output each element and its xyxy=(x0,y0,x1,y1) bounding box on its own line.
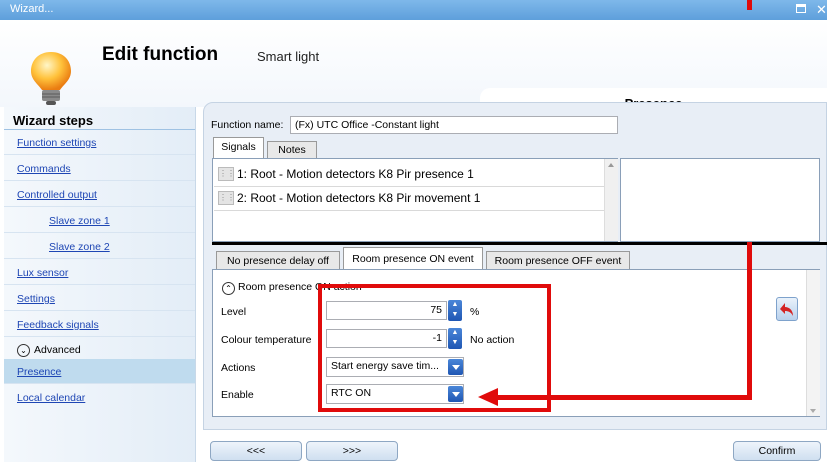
annotation-arrow-shaft xyxy=(747,242,752,400)
collapse-chevron-icon[interactable]: ⌃ xyxy=(222,282,235,295)
step-settings[interactable]: Settings xyxy=(17,293,55,305)
divider xyxy=(4,258,195,259)
step-local-calendar[interactable]: Local calendar xyxy=(17,392,85,404)
tab-room-presence-on-event[interactable]: Room presence ON event xyxy=(343,247,483,269)
annotation-arrow-shaft xyxy=(747,0,752,10)
function-type: Smart light xyxy=(257,49,320,64)
divider xyxy=(4,180,195,181)
collapse-chevron-icon[interactable]: ⌄ xyxy=(17,344,30,357)
step-feedback-signals[interactable]: Feedback signals xyxy=(17,319,99,331)
level-label: Level xyxy=(221,306,247,318)
scroll-up-arrow-icon[interactable] xyxy=(608,163,614,167)
wizard-steps-heading: Wizard steps xyxy=(13,113,94,128)
signal-text: 1: Root - Motion detectors K8 Pir presen… xyxy=(237,167,474,181)
step-slave-zone-2[interactable]: Slave zone 2 xyxy=(49,241,110,253)
actions-label: Actions xyxy=(221,362,256,374)
close-icon[interactable]: ✕ xyxy=(816,2,827,18)
annotation-highlight-box xyxy=(318,284,551,412)
restore-icon[interactable] xyxy=(796,4,806,13)
divider xyxy=(4,154,195,155)
signal-details-box xyxy=(620,158,820,242)
divider xyxy=(4,383,195,384)
function-name-label: Function name: xyxy=(211,119,284,131)
divider xyxy=(214,210,604,211)
divider xyxy=(4,336,195,337)
step-commands[interactable]: Commands xyxy=(17,163,71,175)
step-lux-sensor[interactable]: Lux sensor xyxy=(17,267,68,279)
step-slave-zone-1[interactable]: Slave zone 1 xyxy=(49,215,110,227)
page-title: Edit function xyxy=(102,44,219,65)
annotation-arrow-shaft xyxy=(496,395,752,400)
annotation-line xyxy=(212,242,827,245)
enable-label: Enable xyxy=(221,389,254,401)
header: Edit function Smart light Presence xyxy=(0,20,827,128)
tab-notes[interactable]: Notes xyxy=(267,141,317,158)
colour-temperature-label: Colour temperature xyxy=(221,334,312,346)
step-controlled-output[interactable]: Controlled output xyxy=(17,189,97,201)
scroll-down-arrow-icon[interactable] xyxy=(810,409,816,413)
tab-no-presence-delay-off[interactable]: No presence delay off xyxy=(216,251,340,269)
annotation-arrowhead xyxy=(478,388,498,406)
next-step-button[interactable]: >>> xyxy=(306,441,398,461)
divider xyxy=(4,232,195,233)
advanced-group-label[interactable]: Advanced xyxy=(34,344,81,356)
drag-handle-icon[interactable]: ⋮⋮ xyxy=(218,167,235,181)
form-scrollbar[interactable] xyxy=(806,270,820,416)
drag-handle-icon[interactable]: ⋮⋮ xyxy=(218,191,235,205)
signals-scrollbar[interactable] xyxy=(604,159,618,241)
confirm-button[interactable]: Confirm xyxy=(733,441,821,461)
title-bar: Wizard... ✕ xyxy=(0,0,827,20)
light-bulb-icon xyxy=(31,52,71,105)
window-title: Wizard... xyxy=(10,3,54,15)
signal-text: 2: Root - Motion detectors K8 Pir moveme… xyxy=(237,191,481,205)
undo-arrow-icon xyxy=(780,303,793,316)
divider xyxy=(214,186,604,187)
wizard-steps-sidebar: Wizard steps Function settings Commands … xyxy=(4,107,196,462)
divider xyxy=(4,129,195,130)
divider xyxy=(4,310,195,311)
step-function-settings[interactable]: Function settings xyxy=(17,137,96,149)
function-name-input[interactable]: (Fx) UTC Office -Constant light xyxy=(290,116,618,134)
tab-signals[interactable]: Signals xyxy=(213,137,264,158)
divider xyxy=(4,284,195,285)
step-presence[interactable]: Presence xyxy=(17,366,61,378)
divider xyxy=(4,206,195,207)
function-name-value: (Fx) UTC Office -Constant light xyxy=(295,119,439,131)
previous-step-button[interactable]: <<< xyxy=(210,441,302,461)
tab-room-presence-off-event[interactable]: Room presence OFF event xyxy=(486,251,630,269)
reset-button[interactable] xyxy=(776,297,798,321)
